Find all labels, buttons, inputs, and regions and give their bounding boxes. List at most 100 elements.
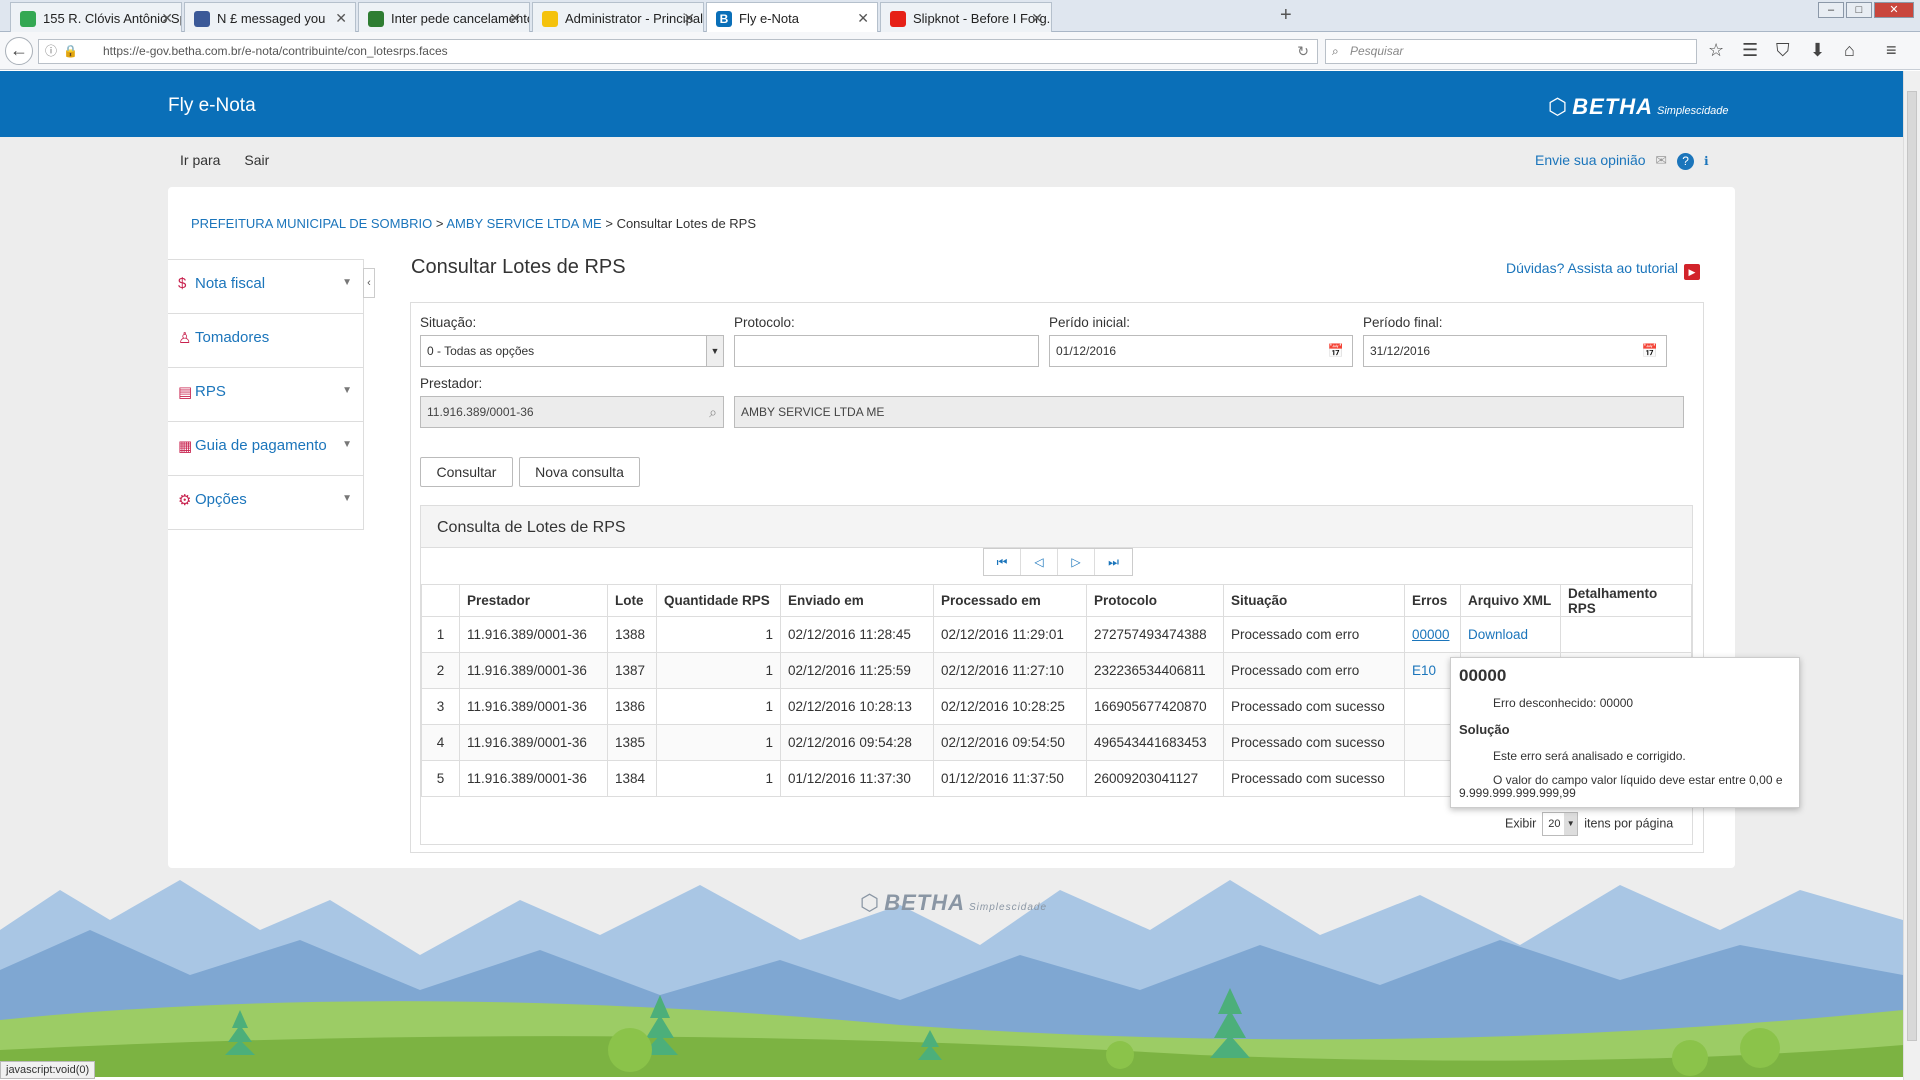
scrollbar-thumb[interactable] <box>1907 91 1917 1041</box>
cell-protocolo: 26009203041127 <box>1086 760 1224 797</box>
tooltip-solution-heading: Solução <box>1459 722 1510 737</box>
bookmark-star-icon[interactable]: ☆ <box>1708 40 1724 61</box>
cell-index: 5 <box>421 760 460 797</box>
sidebar-item-tomadores[interactable]: ♙ Tomadores <box>168 314 364 368</box>
reading-list-icon[interactable]: ☰ <box>1742 40 1758 61</box>
sidebar-item-nota-fiscal[interactable]: $ Nota fiscal ▼ <box>168 260 364 314</box>
periodo-inicial-value: 01/12/2016 <box>1056 344 1117 358</box>
error-code-link[interactable]: 00000 <box>1412 627 1450 642</box>
per-page-control: Exibir 20 ▼ itens por página <box>1505 812 1673 836</box>
per-page-value: 20 <box>1548 818 1561 830</box>
close-icon[interactable]: ✕ <box>161 10 173 27</box>
browser-tab[interactable]: Administrator - Principal - ... ✕ <box>532 2 704 32</box>
situacao-select[interactable]: 0 - Todas as opções ▼ <box>420 335 724 367</box>
next-page-icon[interactable]: ▷ <box>1058 549 1095 575</box>
facebook-icon <box>194 11 210 27</box>
close-window-button[interactable]: ✕ <box>1874 2 1914 18</box>
calendar-icon[interactable]: 📅 <box>1642 336 1658 366</box>
browser-tab[interactable]: Inter pede cancelamento d... ✕ <box>358 2 530 32</box>
search-icon[interactable]: ⌕ <box>709 397 717 427</box>
cell-enviado: 01/12/2016 11:37:30 <box>780 760 934 797</box>
home-icon[interactable]: ⌂ <box>1844 40 1855 61</box>
previous-page-icon[interactable]: ◁ <box>1021 549 1058 575</box>
browser-tab-active[interactable]: B Fly e-Nota ✕ <box>706 2 878 33</box>
minimize-button[interactable]: – <box>1818 2 1844 18</box>
nav-ir-para[interactable]: Ir para <box>180 152 220 168</box>
cell-enviado: 02/12/2016 11:25:59 <box>780 652 934 689</box>
close-icon[interactable]: ✕ <box>857 10 869 27</box>
back-button[interactable]: ← <box>5 37 33 65</box>
periodo-inicial-input[interactable]: 01/12/2016 📅 <box>1049 335 1353 367</box>
first-page-icon[interactable]: ⏮ <box>984 549 1021 575</box>
close-icon[interactable]: ✕ <box>683 10 695 27</box>
browser-tab[interactable]: N £ messaged you ✕ <box>184 2 356 32</box>
admin-icon <box>542 11 558 27</box>
vertical-scrollbar[interactable] <box>1903 71 1920 1080</box>
breadcrumb-prefeitura[interactable]: PREFEITURA MUNICIPAL DE SOMBRIO <box>191 216 432 231</box>
info-icon[interactable]: ⓘ <box>45 40 57 63</box>
url-bar[interactable]: ⓘ 🔒 https://e-gov.betha.com.br/e-nota/co… <box>38 39 1318 64</box>
maximize-button[interactable]: □ <box>1846 2 1872 18</box>
cell-lote: 1385 <box>607 724 657 761</box>
col-quantidade: Quantidade RPS <box>656 584 781 617</box>
cell-processado: 02/12/2016 11:27:10 <box>933 652 1087 689</box>
download-icon[interactable]: ⬇ <box>1810 40 1825 61</box>
cell-processado: 01/12/2016 11:37:50 <box>933 760 1087 797</box>
cell-situacao: Processado com erro <box>1223 652 1405 689</box>
situacao-label: Situação: <box>420 315 477 330</box>
prestador-cnpj-input[interactable]: 11.916.389/0001-36 ⌕ <box>420 396 724 428</box>
nav-sair[interactable]: Sair <box>244 152 269 168</box>
menu-icon[interactable]: ≡ <box>1886 40 1897 61</box>
nova-consulta-button[interactable]: Nova consulta <box>519 457 640 487</box>
search-input[interactable]: ⌕ Pesquisar <box>1325 39 1697 64</box>
pocket-icon[interactable]: ⛉ <box>1776 40 1790 61</box>
browser-tab[interactable]: Slipknot - Before I Forg... ✕ <box>880 2 1052 32</box>
chevron-down-icon: ▼ <box>1564 813 1578 835</box>
search-icon: ⌕ <box>1332 44 1339 58</box>
col-index <box>421 584 460 617</box>
reload-icon[interactable]: ↻ <box>1297 40 1309 63</box>
app-header: Fly e-Nota ⬡ BETHA Simplescidade <box>0 71 1903 137</box>
results-title: Consulta de Lotes de RPS <box>421 506 1692 548</box>
close-icon[interactable]: ✕ <box>509 10 521 27</box>
cell-index: 2 <box>421 652 460 689</box>
youtube-icon <box>890 11 906 27</box>
dollar-icon: $ <box>178 275 187 292</box>
calendar-icon[interactable]: 📅 <box>1328 336 1344 366</box>
cell-enviado: 02/12/2016 09:54:28 <box>780 724 934 761</box>
help-icon[interactable]: ? <box>1677 153 1695 170</box>
last-page-icon[interactable]: ⏭ <box>1095 549 1132 575</box>
close-icon[interactable]: ✕ <box>1031 10 1043 27</box>
cell-situacao: Processado com sucesso <box>1223 688 1405 725</box>
prestador-nome-input: AMBY SERVICE LTDA ME <box>734 396 1684 428</box>
browser-tab[interactable]: 155 R. Clóvis Antônio Sper... ✕ <box>10 2 182 32</box>
cell-prestador: 11.916.389/0001-36 <box>459 760 608 797</box>
breadcrumb-empresa[interactable]: AMBY SERVICE LTDA ME <box>446 216 601 231</box>
mail-icon[interactable]: ✉ <box>1655 152 1667 168</box>
per-page-select[interactable]: 20 ▼ <box>1542 812 1579 836</box>
col-prestador: Prestador <box>459 584 608 617</box>
new-tab-button[interactable]: + <box>1280 4 1292 27</box>
close-icon[interactable]: ✕ <box>335 10 347 27</box>
cell-situacao: Processado com sucesso <box>1223 760 1405 797</box>
cell-quantidade: 1 <box>656 616 781 653</box>
accessibility-icon[interactable]: ℹ <box>1704 154 1709 168</box>
sidebar-collapse-button[interactable]: ‹ <box>363 268 375 298</box>
tutorial-link[interactable]: Dúvidas? Assista ao tutorial ▶ <box>1506 260 1700 280</box>
sidebar-item-rps[interactable]: ▤ RPS ▼ <box>168 368 364 422</box>
sidebar-item-opcoes[interactable]: ⚙ Opções ▼ <box>168 476 364 530</box>
prestador-nome-value: AMBY SERVICE LTDA ME <box>741 405 885 419</box>
error-code-link[interactable]: E10 <box>1412 663 1436 678</box>
calculator-icon: ▦ <box>178 438 193 455</box>
logo-sub: Simplescidade <box>1657 105 1729 117</box>
chevron-down-icon: ▼ <box>342 493 352 504</box>
logo-text: BETHA <box>1572 94 1653 119</box>
feedback-link[interactable]: Envie sua opinião ✉ ? ℹ <box>1535 152 1709 170</box>
col-erros: Erros <box>1404 584 1461 617</box>
cell-quantidade: 1 <box>656 724 781 761</box>
sidebar-item-guia-pagamento[interactable]: ▦ Guia de pagamento ▼ <box>168 422 364 476</box>
consultar-button[interactable]: Consultar <box>420 457 513 487</box>
protocolo-input[interactable] <box>734 335 1039 367</box>
periodo-final-input[interactable]: 31/12/2016 📅 <box>1363 335 1667 367</box>
download-link[interactable]: Download <box>1468 627 1528 642</box>
